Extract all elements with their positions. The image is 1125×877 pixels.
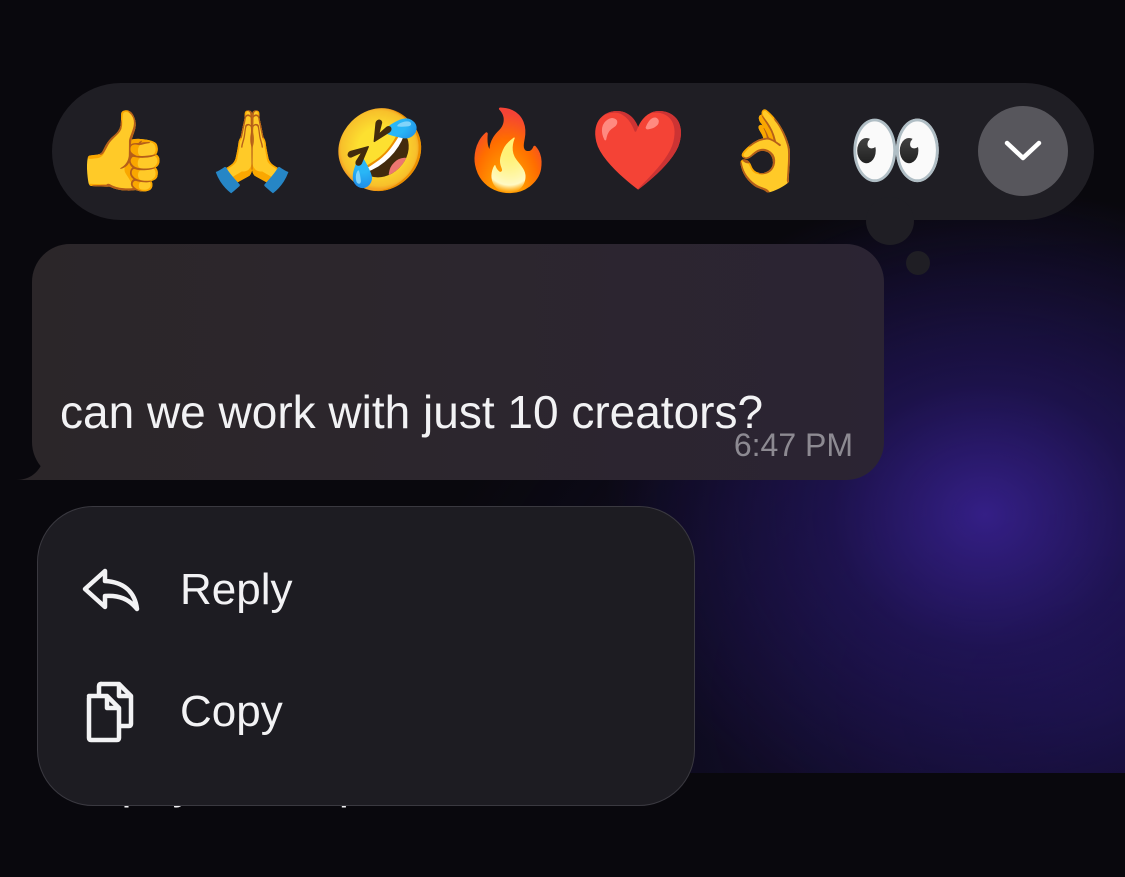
more-reactions-button[interactable] [978,106,1068,196]
rolling-laughing-icon[interactable]: 🤣 [330,101,430,201]
message-timestamp: 6:47 PM [733,427,853,463]
copy-menu-item[interactable]: Copy [78,677,598,747]
copy-icon [78,679,144,745]
reaction-bar-connector-dot [866,197,914,245]
reaction-bar: 👍 🙏 🤣 🔥 ❤️ 👌 👀 [52,83,1094,220]
reply-menu-item[interactable]: Reply [78,555,598,625]
eyes-icon[interactable]: 👀 [846,101,946,201]
ok-hand-icon[interactable]: 👌 [716,101,816,201]
message-line: can we work with just 10 creators? [60,386,764,438]
fire-icon[interactable]: 🔥 [458,101,558,201]
reaction-bar-connector-dot-small [906,251,930,275]
chevron-down-icon [1004,140,1042,161]
reply-label: Reply [180,565,293,614]
thumbs-up-icon[interactable]: 👍 [72,101,172,201]
copy-label: Copy [180,687,283,736]
context-menu [37,506,695,806]
reply-arrow-icon [78,557,144,623]
folded-hands-icon[interactable]: 🙏 [202,101,302,201]
red-heart-icon[interactable]: ❤️ [588,101,688,201]
